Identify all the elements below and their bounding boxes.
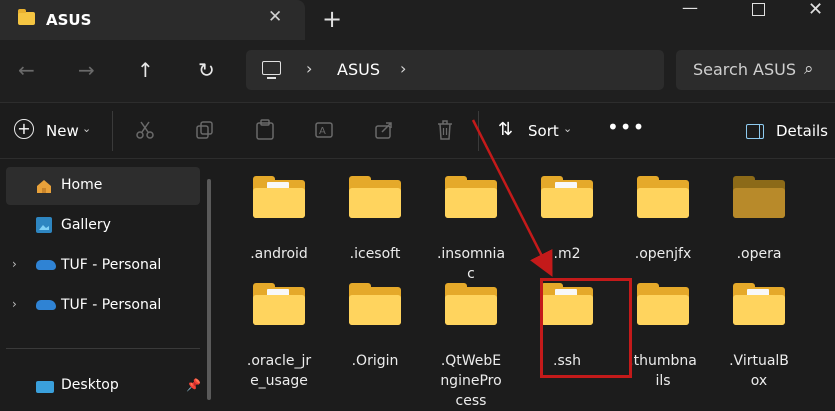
sidebar-item-label: Gallery [61,217,111,233]
sidebar-item-label: TUF - Personal [61,257,162,273]
onedrive-icon [36,300,56,310]
divider [112,111,113,151]
gallery-icon [36,217,52,233]
folder-item[interactable]: .VirtualB ox [711,281,807,389]
folder-icon [445,176,497,218]
folder-name: .opera [736,246,782,262]
folder-item[interactable]: .Origin [327,281,423,381]
pin-icon[interactable]: 📌 [186,378,201,392]
folder-item[interactable]: .m2 [519,174,615,274]
chevron-right-icon[interactable]: › [12,297,17,311]
copy-icon[interactable] [195,120,215,140]
sidebar-item-onedrive[interactable]: › TUF - Personal [6,287,200,325]
search-input[interactable]: Search ASUS ⌕ [676,50,835,90]
minimize-button[interactable]: — [682,0,698,22]
details-button[interactable]: Details [776,122,828,140]
folder-name: .QtWebE [440,353,502,369]
sidebar-item-label: TUF - Personal [61,297,162,313]
folder-item[interactable]: .opera [711,174,807,274]
chevron-right-icon[interactable]: › [400,59,406,78]
folder-name: cess [455,393,487,409]
delete-icon[interactable] [435,119,455,141]
maximize-button[interactable] [752,3,765,16]
folder-item[interactable]: .insomnia c [423,174,519,282]
more-options-icon[interactable]: ••• [607,115,645,139]
chevron-right-icon[interactable]: › [12,257,17,271]
divider [478,111,479,151]
sidebar-item-desktop[interactable]: Desktop 📌 [6,367,201,405]
search-placeholder: Search ASUS [693,60,797,79]
divider [6,348,200,349]
details-pane-icon[interactable] [746,124,764,139]
sidebar-item-label: Home [61,177,103,193]
folder-name: .Origin [351,353,399,369]
cut-icon[interactable] [135,120,155,140]
svg-text:A: A [319,126,326,137]
folder-name: .icesoft [349,246,401,262]
up-button[interactable]: ↑ [137,58,154,82]
rename-icon[interactable]: A [314,120,336,140]
home-icon [37,180,51,193]
folder-name: .oracle_jr [246,353,312,369]
folder-name: .VirtualB [729,353,789,369]
scrollbar[interactable] [207,179,211,400]
folder-icon [445,283,497,325]
folder-name: .android [250,246,308,262]
refresh-button[interactable]: ↻ [198,58,215,82]
paste-icon[interactable] [255,119,275,141]
new-button[interactable]: New [46,122,79,140]
folder-with-file-icon [733,283,785,325]
tab-title: ASUS [46,11,92,29]
address-bar[interactable]: › ASUS › [246,50,664,90]
chevron-down-icon[interactable]: ⌄ [563,122,572,135]
folder-icon [733,176,785,218]
folder-item[interactable]: .icesoft [327,174,423,274]
sort-icon[interactable]: ⇅ [498,119,513,140]
desktop-icon [36,381,54,393]
folder-name: e_usage [250,373,308,389]
sidebar-item-gallery[interactable]: Gallery [6,207,200,245]
folder-name: ox [750,373,768,389]
folder-name: nginePro [440,373,502,389]
new-plus-icon[interactable]: + [14,119,34,139]
folder-item[interactable]: .oracle_jr e_usage [231,281,327,389]
sort-button[interactable]: Sort [528,122,559,140]
folder-name: .m2 [553,246,581,262]
back-button[interactable]: ← [18,58,35,82]
close-window-button[interactable]: ✕ [808,0,823,23]
sidebar-item-onedrive[interactable]: › TUF - Personal [6,247,200,285]
this-pc-icon[interactable] [262,61,281,79]
folder-icon [18,9,35,25]
folder-icon [637,176,689,218]
folder-name: .openjfx [634,246,692,262]
chevron-right-icon[interactable]: › [306,59,312,78]
tab-asus[interactable]: ASUS ✕ [0,0,305,40]
new-tab-button[interactable]: + [322,5,342,33]
breadcrumb-asus[interactable]: ASUS [337,60,380,79]
sidebar-item-home[interactable]: Home [6,167,200,205]
folder-with-file-icon [253,176,305,218]
folder-with-file-icon [253,283,305,325]
title-bar: ASUS ✕ + — ✕ [0,0,835,40]
folder-item[interactable]: .openjfx [615,174,711,274]
command-bar: + New ⌄ A ⇅ Sort ⌄ ••• Details [0,103,835,159]
folder-icon [349,283,401,325]
search-icon: ⌕ [804,59,814,79]
folder-item[interactable]: .android [231,174,327,274]
chevron-down-icon[interactable]: ⌄ [82,122,91,135]
highlight-box [540,278,632,378]
folder-with-file-icon [541,176,593,218]
tab-close-icon[interactable]: ✕ [268,7,282,27]
folder-icon [349,176,401,218]
sidebar-item-label: Desktop [61,377,119,393]
navigation-pane: Home Gallery › TUF - Personal › TUF - Pe… [0,159,215,400]
share-icon[interactable] [374,120,394,140]
navigation-bar: ← → ↑ ↻ › ASUS › Search ASUS ⌕ [0,40,835,103]
file-list: .android .icesoft .insomnia c .m2 .openjfx .op… [224,159,835,409]
folder-name: .insomnia [436,246,506,262]
forward-button[interactable]: → [78,58,95,82]
folder-icon [637,283,689,325]
onedrive-icon [36,260,56,270]
folder-item[interactable]: .QtWebE nginePro cess [423,281,519,409]
